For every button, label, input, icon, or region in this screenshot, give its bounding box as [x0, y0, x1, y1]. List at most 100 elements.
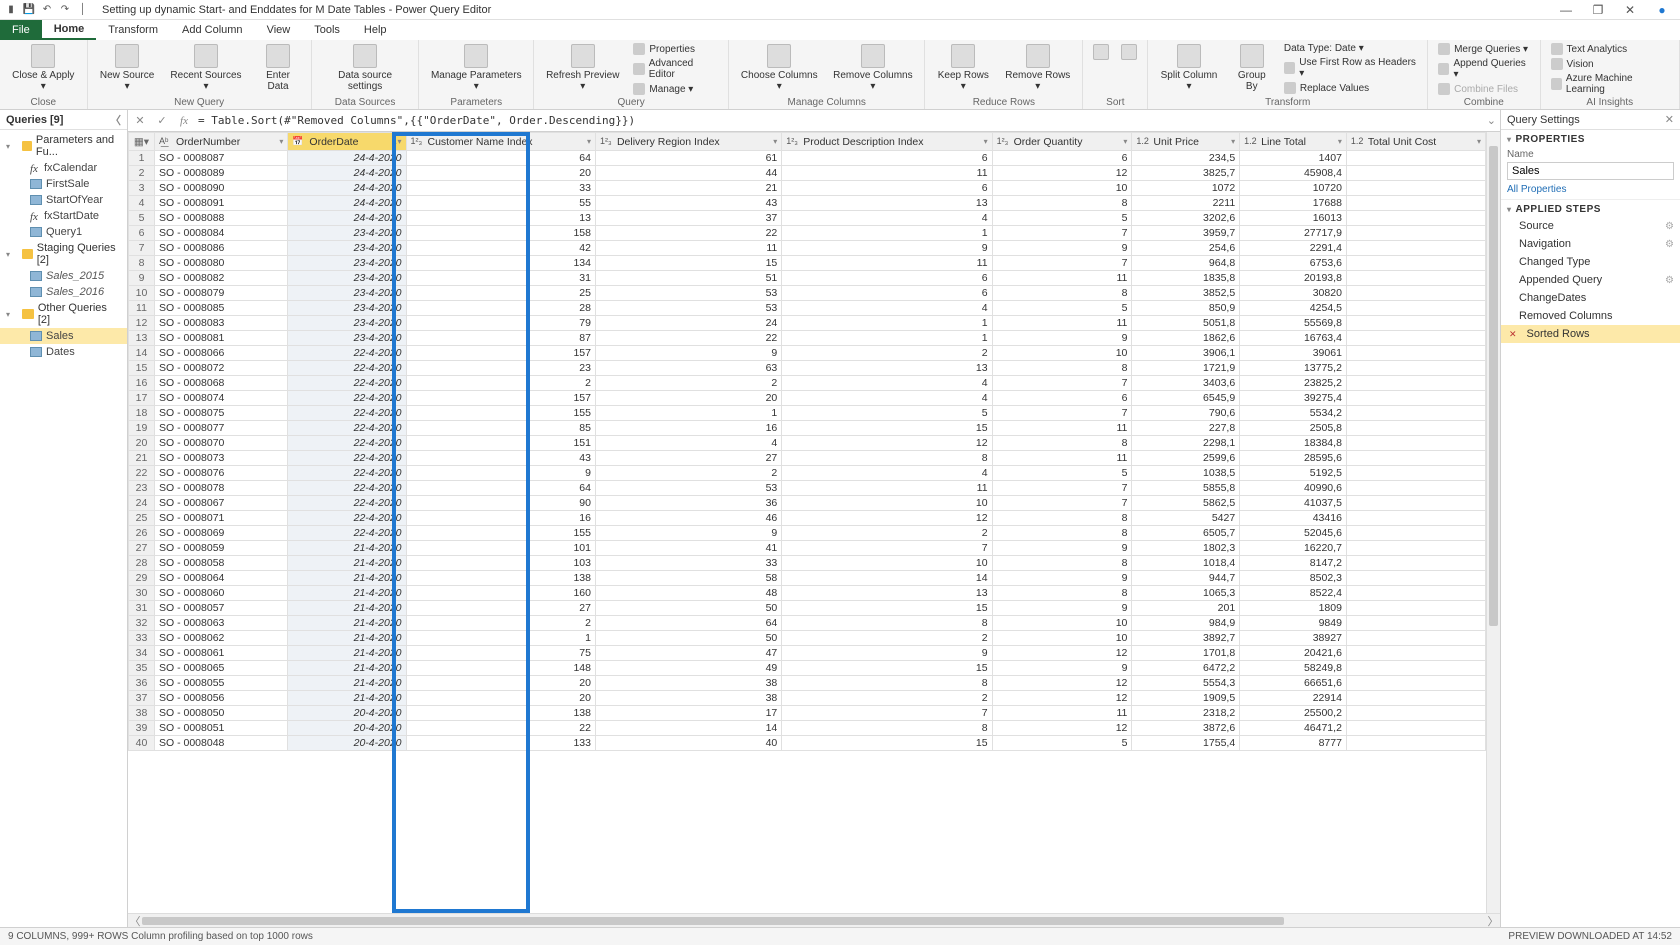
- cell[interactable]: SO - 0008082: [155, 271, 288, 286]
- cell[interactable]: [1346, 286, 1485, 301]
- filter-dropdown-icon[interactable]: ↓▾: [393, 137, 401, 146]
- cell[interactable]: 28: [406, 301, 595, 316]
- table-row[interactable]: 32SO - 000806321-4-2020264810984,99849: [129, 616, 1486, 631]
- cell[interactable]: 11: [992, 421, 1132, 436]
- cell[interactable]: 23-4-2020: [288, 286, 406, 301]
- table-row[interactable]: 14SO - 000806622-4-202015792103906,13906…: [129, 346, 1486, 361]
- cell[interactable]: 138: [406, 706, 595, 721]
- cell[interactable]: 5: [992, 736, 1132, 751]
- cell[interactable]: 22-4-2020: [288, 361, 406, 376]
- formula-text[interactable]: = Table.Sort(#"Removed Columns",{{"Order…: [198, 114, 1481, 127]
- vertical-scrollbar[interactable]: [1486, 132, 1500, 913]
- cell[interactable]: 23-4-2020: [288, 241, 406, 256]
- cell[interactable]: [1346, 376, 1485, 391]
- row-number[interactable]: 13: [129, 331, 155, 346]
- cell[interactable]: [1346, 316, 1485, 331]
- cell[interactable]: 22-4-2020: [288, 526, 406, 541]
- cell[interactable]: 157: [406, 346, 595, 361]
- cell[interactable]: [1346, 661, 1485, 676]
- cell[interactable]: 53: [595, 286, 781, 301]
- close-settings-icon[interactable]: ✕: [1665, 113, 1674, 126]
- row-number[interactable]: 8: [129, 256, 155, 271]
- cell[interactable]: 36: [595, 496, 781, 511]
- append-queries-button[interactable]: Append Queries ▾: [1434, 57, 1533, 81]
- cell[interactable]: [1346, 241, 1485, 256]
- cell[interactable]: 8522,4: [1240, 586, 1347, 601]
- row-number[interactable]: 19: [129, 421, 155, 436]
- cell[interactable]: 22914: [1240, 691, 1347, 706]
- cell[interactable]: 2: [595, 376, 781, 391]
- cell[interactable]: 12: [992, 166, 1132, 181]
- cell[interactable]: [1346, 586, 1485, 601]
- cell[interactable]: SO - 0008080: [155, 256, 288, 271]
- cell[interactable]: 2291,4: [1240, 241, 1347, 256]
- refresh-preview-button[interactable]: Refresh Preview ▾: [540, 42, 625, 94]
- cell[interactable]: 17: [595, 706, 781, 721]
- row-number[interactable]: 15: [129, 361, 155, 376]
- query-item[interactable]: Sales_2016: [0, 284, 127, 300]
- advanced-editor-button[interactable]: Advanced Editor: [629, 57, 722, 81]
- properties-button[interactable]: Properties: [629, 42, 722, 56]
- hscroll-thumb[interactable]: [142, 917, 1284, 925]
- cell[interactable]: 22-4-2020: [288, 481, 406, 496]
- cell[interactable]: 8: [992, 361, 1132, 376]
- table-row[interactable]: 40SO - 000804820-4-2020133401551755,4877…: [129, 736, 1486, 751]
- cell[interactable]: [1346, 361, 1485, 376]
- row-number[interactable]: 5: [129, 211, 155, 226]
- query-group[interactable]: Other Queries [2]: [0, 300, 127, 328]
- row-number[interactable]: 38: [129, 706, 155, 721]
- table-row[interactable]: 29SO - 000806421-4-202013858149944,78502…: [129, 571, 1486, 586]
- cell[interactable]: SO - 0008055: [155, 676, 288, 691]
- cell[interactable]: 2: [782, 691, 992, 706]
- cell[interactable]: SO - 0008069: [155, 526, 288, 541]
- cell[interactable]: 8502,3: [1240, 571, 1347, 586]
- cell[interactable]: SO - 0008064: [155, 571, 288, 586]
- applied-step[interactable]: ChangeDates: [1501, 289, 1680, 307]
- table-row[interactable]: 4SO - 000809124-4-20205543138221117688: [129, 196, 1486, 211]
- cell[interactable]: SO - 0008090: [155, 181, 288, 196]
- filter-dropdown-icon[interactable]: ▾: [1477, 137, 1481, 146]
- cell[interactable]: 8: [782, 451, 992, 466]
- column-header[interactable]: 1.2Unit Price▾: [1132, 133, 1240, 151]
- data-type-button[interactable]: Data Type: Date ▾: [1280, 42, 1421, 55]
- cell[interactable]: 1: [595, 406, 781, 421]
- cell[interactable]: 6: [782, 181, 992, 196]
- cell[interactable]: [1346, 256, 1485, 271]
- cell[interactable]: 1835,8: [1132, 271, 1240, 286]
- cell[interactable]: 41037,5: [1240, 496, 1347, 511]
- cell[interactable]: 6472,2: [1132, 661, 1240, 676]
- column-header[interactable]: 1²₃Customer Name Index▾: [406, 133, 595, 151]
- table-row[interactable]: 38SO - 000805020-4-2020138177112318,2255…: [129, 706, 1486, 721]
- cell[interactable]: 21-4-2020: [288, 556, 406, 571]
- query-item[interactable]: Query1: [0, 224, 127, 240]
- table-row[interactable]: 1SO - 000808724-4-2020646166234,51407: [129, 151, 1486, 166]
- cell[interactable]: 20421,6: [1240, 646, 1347, 661]
- tab-view[interactable]: View: [255, 20, 303, 40]
- cell[interactable]: SO - 0008062: [155, 631, 288, 646]
- cell[interactable]: 4: [782, 466, 992, 481]
- cell[interactable]: 18384,8: [1240, 436, 1347, 451]
- cell[interactable]: [1346, 511, 1485, 526]
- row-number[interactable]: 30: [129, 586, 155, 601]
- cell[interactable]: 66651,6: [1240, 676, 1347, 691]
- cell[interactable]: 3825,7: [1132, 166, 1240, 181]
- cell[interactable]: 1721,9: [1132, 361, 1240, 376]
- cell[interactable]: 6: [782, 286, 992, 301]
- tab-file[interactable]: File: [0, 20, 42, 40]
- cell[interactable]: 85: [406, 421, 595, 436]
- cell[interactable]: 138: [406, 571, 595, 586]
- cell[interactable]: 9: [992, 241, 1132, 256]
- row-number[interactable]: 32: [129, 616, 155, 631]
- column-header[interactable]: 1²₃Order Quantity▾: [992, 133, 1132, 151]
- cell[interactable]: 24-4-2020: [288, 211, 406, 226]
- cell[interactable]: [1346, 436, 1485, 451]
- cell[interactable]: [1346, 391, 1485, 406]
- cell[interactable]: 27: [595, 451, 781, 466]
- cell[interactable]: 5: [992, 466, 1132, 481]
- cell[interactable]: 16: [595, 421, 781, 436]
- cell[interactable]: 53: [595, 301, 781, 316]
- cell[interactable]: [1346, 706, 1485, 721]
- applied-step[interactable]: Sorted Rows: [1501, 325, 1680, 343]
- cell[interactable]: 22-4-2020: [288, 511, 406, 526]
- cell[interactable]: 24-4-2020: [288, 166, 406, 181]
